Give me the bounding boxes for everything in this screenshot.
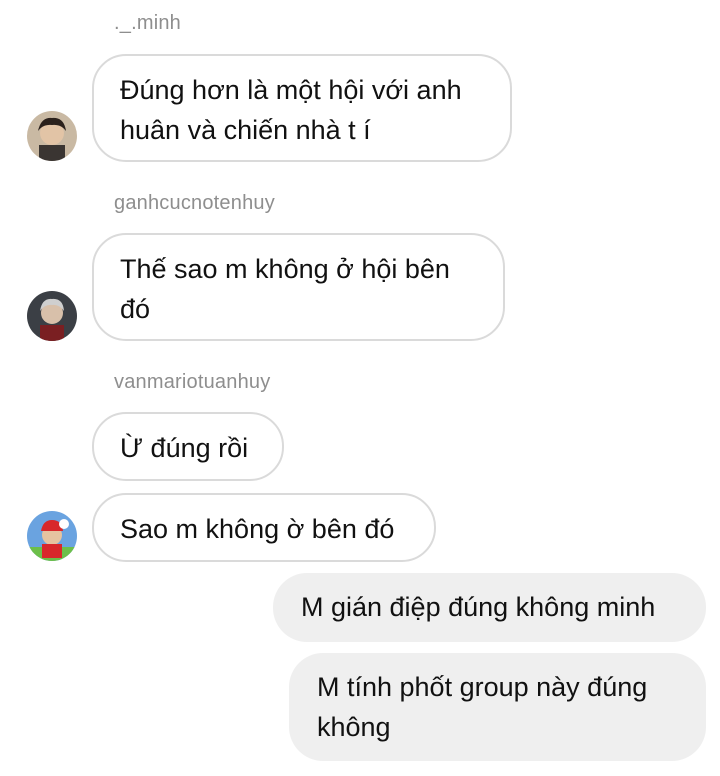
- sender-name: ganhcucnotenhuy: [114, 192, 275, 214]
- mario-avatar-icon: [27, 511, 77, 561]
- avatar[interactable]: [27, 511, 77, 561]
- profile-photo-icon: [27, 111, 77, 161]
- profile-photo-icon: [27, 291, 77, 341]
- sender-name: ._.minh: [114, 12, 181, 34]
- outgoing-message-bubble[interactable]: M tính phốt group này đúng không: [289, 653, 706, 761]
- outgoing-message-bubble[interactable]: M gián điệp đúng không minh: [273, 573, 706, 642]
- message-bubble[interactable]: Ừ đúng rồi: [92, 412, 284, 481]
- message-bubble[interactable]: Thế sao m không ở hội bên đó: [92, 233, 505, 341]
- message-bubble[interactable]: Sao m không ờ bên đó: [92, 493, 436, 562]
- sender-name: vanmariotuanhuy: [114, 371, 271, 393]
- avatar[interactable]: [27, 291, 77, 341]
- avatar[interactable]: [27, 111, 77, 161]
- message-bubble[interactable]: Đúng hơn là một hội với anh huân và chiế…: [92, 54, 512, 162]
